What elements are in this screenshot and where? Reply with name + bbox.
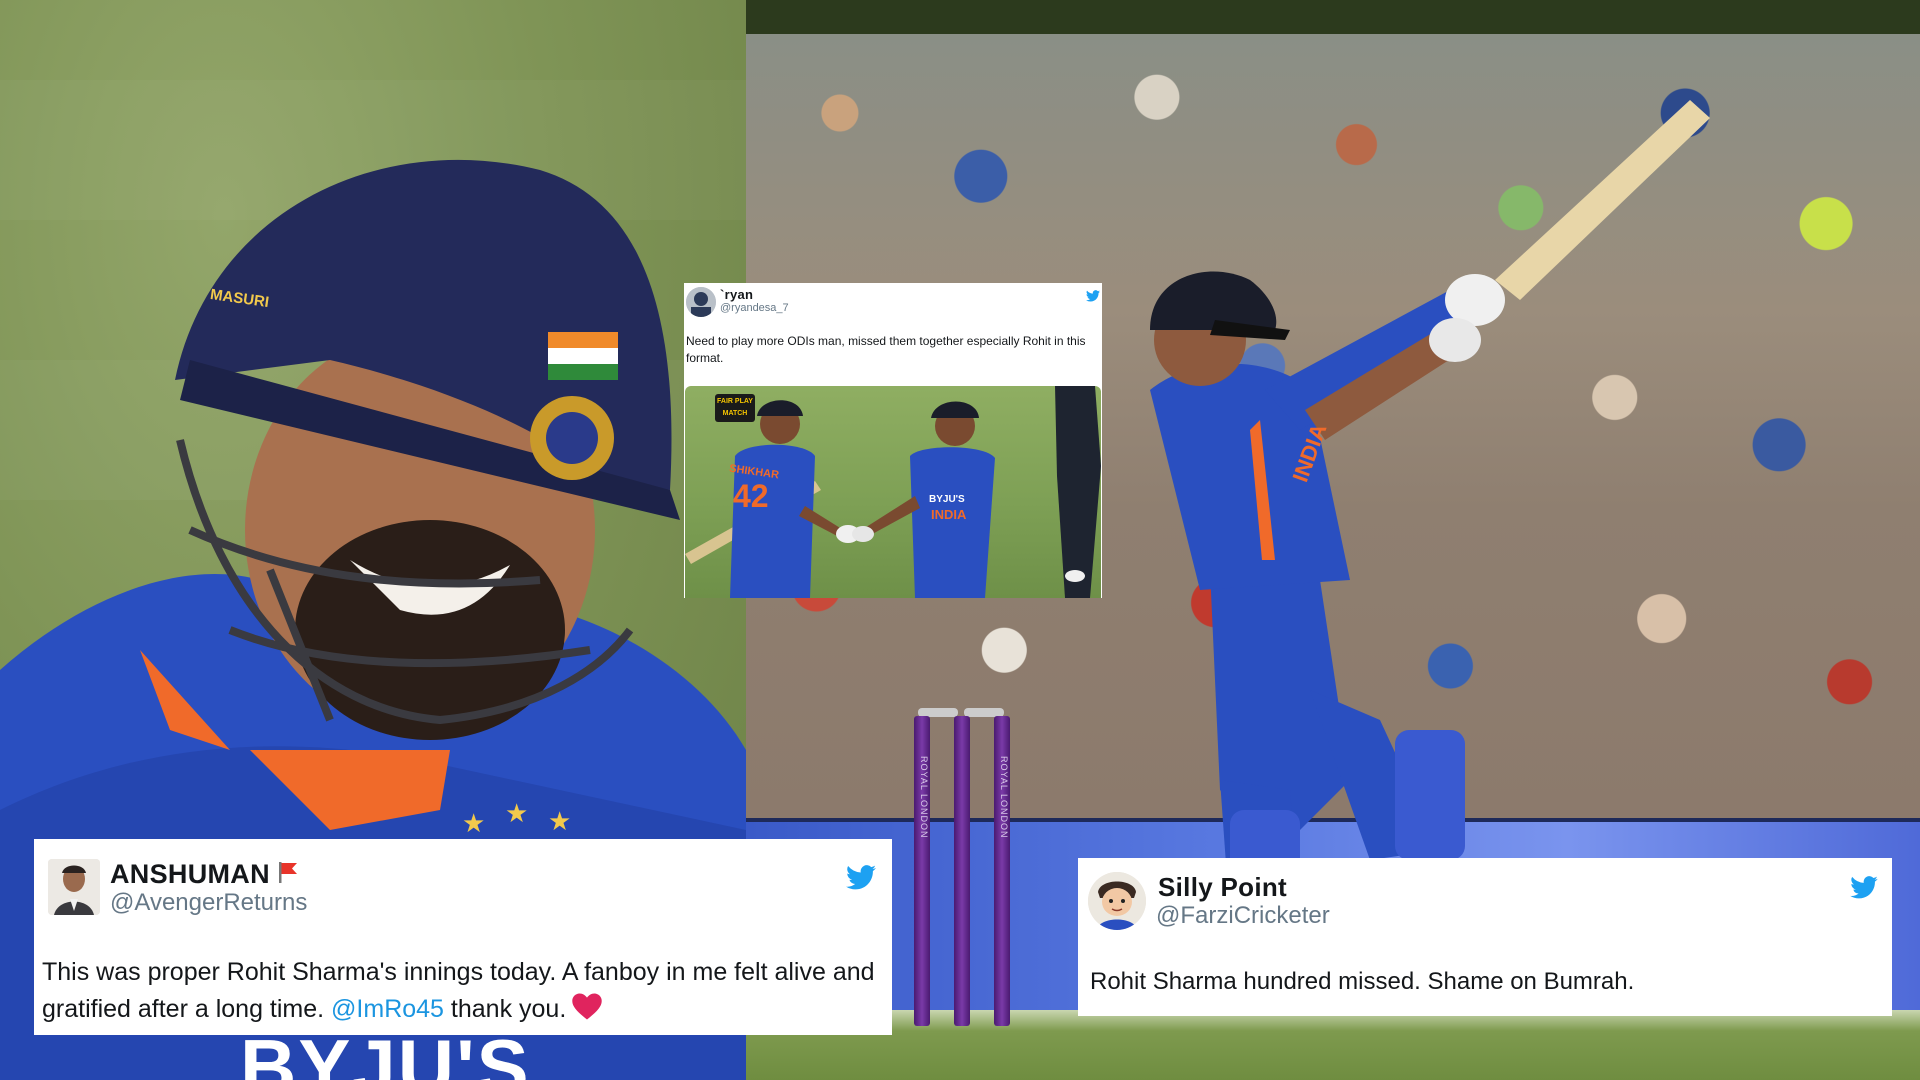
svg-text:★: ★: [505, 799, 528, 829]
display-name[interactable]: ANSHUMAN: [110, 859, 300, 891]
tweet-text-end: thank you.: [443, 995, 567, 1023]
stump-brand-label: ROYAL LONDON: [999, 756, 1009, 839]
tweet-media-image[interactable]: FAIR PLAY MATCH SHIKHAR 42 BYJU'S INDIA: [685, 386, 1101, 598]
svg-text:★: ★: [548, 807, 571, 837]
stump: ROYAL LONDON: [914, 716, 930, 1026]
heart-icon: [572, 993, 603, 1031]
user-handle[interactable]: @AvengerReturns: [110, 889, 307, 917]
display-name[interactable]: `ryan: [720, 287, 753, 302]
svg-text:★: ★: [462, 809, 485, 839]
avatar[interactable]: [686, 287, 716, 317]
red-flag-icon: [276, 860, 300, 891]
jersey-team-label: INDIA: [931, 507, 967, 522]
twitter-bird-icon: [1850, 876, 1878, 904]
tweet-text: Need to play more ODIs man, missed them …: [686, 334, 1086, 365]
tweet-card-ryan[interactable]: `ryan @ryandesa_7 Need to play more ODIs…: [684, 283, 1102, 598]
tweet-card-silly-point[interactable]: Silly Point @FarziCricketer Rohit Sharma…: [1078, 858, 1892, 1016]
display-name-text: ANSHUMAN: [110, 859, 270, 889]
display-name[interactable]: Silly Point: [1158, 872, 1287, 903]
avatar[interactable]: [48, 859, 100, 915]
user-handle[interactable]: @FarziCricketer: [1156, 902, 1330, 930]
stumps: ROYAL LONDON ROYAL LONDON: [914, 708, 1014, 1028]
stump: ROYAL LONDON: [994, 716, 1010, 1026]
top-strip: [746, 0, 1920, 34]
stump: [954, 716, 970, 1026]
mention-link[interactable]: @ImRo45: [331, 995, 444, 1023]
twitter-bird-icon: [1086, 289, 1100, 307]
tweet-text: This was proper Rohit Sharma's innings t…: [42, 954, 882, 1031]
user-handle[interactable]: @ryandesa_7: [720, 302, 789, 314]
jersey-brand-label: BYJU'S: [929, 494, 965, 505]
jersey-number-label: 42: [733, 478, 769, 514]
stump-brand-label: ROYAL LONDON: [919, 756, 929, 839]
tweet-text: Rohit Sharma hundred missed. Shame on Bu…: [1090, 968, 1635, 995]
tweet-card-anshuman[interactable]: ANSHUMAN @AvengerReturns This was proper…: [34, 839, 892, 1035]
avatar[interactable]: [1088, 872, 1146, 930]
twitter-bird-icon: [846, 865, 876, 895]
